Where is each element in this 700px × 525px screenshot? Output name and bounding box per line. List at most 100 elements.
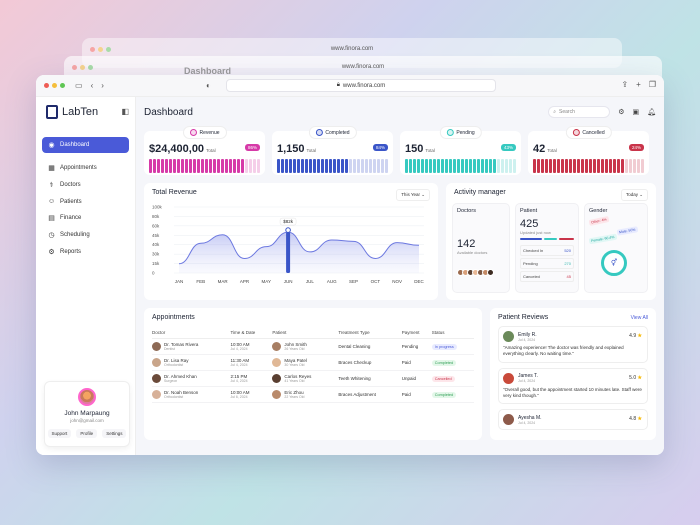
search-input[interactable]: ⌕ Search (548, 106, 611, 118)
doctors-sub: Available doctors (457, 250, 488, 255)
review-card[interactable]: James T. Jul 4, 2024 5.0 ★ "Overall good, b… (498, 367, 648, 405)
time-cell: 2:15 PM Jul 4, 2024 (230, 370, 273, 387)
x-tick-label: JUN (284, 279, 293, 284)
stat-card-completed[interactable]: Completed 1,150 Total 84% (272, 126, 393, 175)
sidebar-item-reports[interactable]: ⚙ Reports (42, 244, 129, 260)
meter-bar (193, 159, 196, 173)
meter-bar (417, 159, 420, 173)
stat-tag-label: Cancelled (582, 129, 605, 136)
profile-button[interactable]: Profile (76, 429, 98, 438)
table-row[interactable]: Dr. Tomas Rivera Dentist 10:00 AM Jul 4, 20… (152, 338, 474, 355)
share-icon[interactable]: ⇪ (621, 80, 628, 89)
activity-period-select[interactable]: Today ⌄ (620, 189, 648, 201)
column-header[interactable]: Time & Date (230, 327, 273, 339)
back-icon[interactable]: ‹ (91, 81, 94, 90)
meter-bar (533, 159, 536, 173)
column-header[interactable]: Payment (401, 327, 432, 339)
meter-bar (633, 159, 636, 173)
sidebar-item-appointments[interactable]: ▦ Appointments (42, 160, 129, 176)
stat-card-cancelled[interactable]: Cancelled 42 Total 24% (528, 126, 649, 175)
meter-bar (353, 159, 356, 173)
x-tick-label: JUL (306, 279, 314, 284)
meter-bar (217, 159, 220, 173)
sidebar-item-finance[interactable]: ▤ Finance (42, 210, 129, 226)
calendar-icon: ▦ (48, 165, 55, 172)
sidebar-item-doctors[interactable]: ⚕ Doctors (42, 177, 129, 193)
stat-bar-meter (533, 159, 644, 173)
calendar-icon[interactable]: ▣ (632, 108, 639, 116)
review-date: Jul 4, 2024 (518, 379, 536, 384)
chevron-down-icon: ⌄ (639, 192, 643, 197)
patient-cell: Carlos Reyes 41 Years Old (272, 370, 339, 387)
stat-percent-badge: 84% (372, 144, 388, 151)
brand[interactable]: LabTen (42, 103, 129, 129)
patient-cell: John Smith 26 Years Old (272, 338, 339, 355)
stat-value: 520 (564, 248, 571, 253)
collapse-sidebar-icon[interactable]: ◧ (121, 107, 129, 116)
settings-button[interactable]: Settings (102, 429, 127, 438)
meter-bar (477, 159, 480, 173)
sidebar-item-dashboard[interactable]: ◉ Dashboard (42, 137, 129, 153)
meter-bar (629, 159, 632, 173)
sidebar-item-scheduling[interactable]: ◷ Scheduling (42, 227, 129, 243)
notification-bell-icon[interactable]: 🔔︎ (647, 108, 656, 116)
background-url: www.finora.com (341, 64, 385, 70)
gender-female-tag: Female: 60.4% (588, 233, 617, 245)
settings-icon[interactable]: ⚙ (618, 108, 624, 116)
support-button[interactable]: Support (47, 429, 72, 438)
privacy-shield-icon[interactable]: ◐ (206, 81, 211, 90)
new-tab-icon[interactable]: + (636, 80, 641, 89)
meter-bar (245, 159, 248, 173)
meter-bar (481, 159, 484, 173)
patient-stat-row: Canceled 45 (520, 271, 574, 282)
meter-bar (505, 159, 508, 173)
view-all-link[interactable]: View All (631, 315, 648, 321)
x-tick-label: MAR (218, 279, 229, 284)
review-card[interactable]: Ayesha M. Jul 4, 2024 4.8 ★ (498, 409, 648, 431)
avatar (272, 342, 282, 351)
appointment-date: Jul 4, 2024 (230, 347, 248, 351)
page-title: Dashboard (144, 106, 193, 118)
stat-card-pending[interactable]: Pending 150 Total 43% (400, 126, 521, 175)
y-tick-label: 100k (152, 205, 163, 210)
y-tick-label: 45k (152, 233, 160, 238)
address-bar[interactable]: 🔒︎ www.finora.com (226, 79, 496, 92)
meter-bar (357, 159, 360, 173)
stat-value: 270 (564, 261, 571, 266)
logo-icon (46, 105, 58, 119)
review-card[interactable]: Emily R. Jul 4, 2024 4.9 ★ "Amazing experie… (498, 326, 648, 363)
stat-value: 42 (533, 143, 546, 155)
meter-bar (537, 159, 540, 173)
column-header[interactable]: Patient (272, 327, 339, 339)
payment-cell: Pending (401, 338, 432, 355)
y-tick-label: 15k (152, 261, 160, 266)
appointment-date: Jul 4, 2024 (230, 379, 248, 383)
highlight-point[interactable] (285, 227, 291, 233)
payment-cell: Paid (401, 354, 432, 371)
table-row[interactable]: Dr. Lisa Ray Orthodontist 11:30 AM Jul 4, 2… (152, 354, 474, 371)
patient-age: 41 Years Old (284, 379, 305, 383)
y-tick-label: 40k (152, 242, 160, 247)
address-text: www.finora.com (342, 82, 386, 89)
sidebar-item-patients[interactable]: ☺ Patients (42, 194, 129, 209)
doctor-specialty: Orthodontist (164, 395, 184, 399)
forward-icon[interactable]: › (101, 81, 104, 90)
table-row[interactable]: Dr. Ahmed Khan Surgeon 2:15 PM Jul 4, 2024 C… (152, 370, 474, 387)
table-row[interactable]: Dr. Noah Benson Orthodontist 10:00 AM Jul 6… (152, 386, 474, 403)
column-header[interactable]: Status (431, 327, 474, 339)
column-header[interactable]: Treatment Type (338, 327, 402, 339)
stat-value: 1,150 (277, 143, 305, 155)
stat-card-revenue[interactable]: Revenue $24,400,00 Total 86% (144, 126, 265, 175)
column-header[interactable]: Doctor (152, 327, 231, 339)
sidebar-toggle-icon[interactable]: ▭ (75, 81, 83, 90)
meter-bar (185, 159, 188, 173)
highlight-bar[interactable] (286, 232, 291, 273)
completed-icon (315, 129, 323, 136)
avatar[interactable] (78, 388, 96, 406)
appointment-date: Jul 4, 2024 (230, 363, 248, 367)
meter-bar (469, 159, 472, 173)
meter-bar (577, 159, 580, 173)
tabs-overview-icon[interactable]: ❐ (649, 80, 656, 89)
period-select[interactable]: This Year ⌄ (396, 189, 430, 201)
meter-bar (281, 159, 284, 173)
